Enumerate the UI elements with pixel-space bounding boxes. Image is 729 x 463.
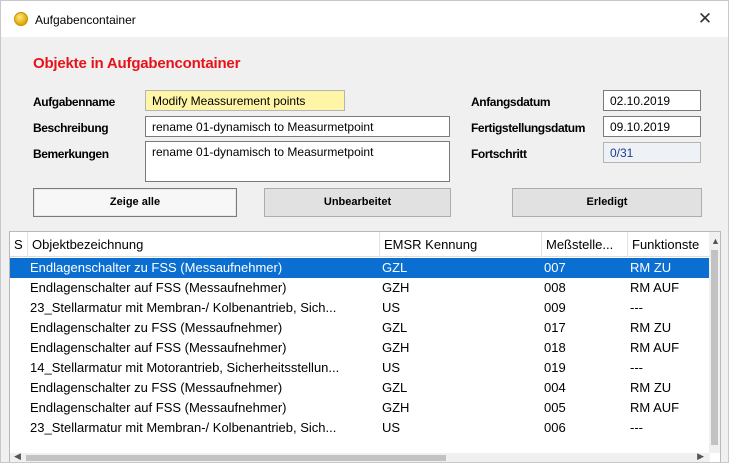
table-cell: RM ZU bbox=[630, 320, 672, 335]
column-header-s[interactable]: S bbox=[10, 232, 28, 257]
column-header-objektbezeichnung[interactable]: Objektbezeichnung bbox=[28, 232, 380, 257]
unbearbeitet-button[interactable]: Unbearbeitet bbox=[264, 188, 451, 217]
title-bar: Aufgabencontainer ✕ bbox=[1, 1, 728, 37]
table-cell bbox=[10, 358, 28, 378]
table-cell: US bbox=[382, 420, 401, 435]
fortschritt-field: 0/31 bbox=[603, 142, 701, 163]
table-cell: --- bbox=[630, 420, 643, 435]
vertical-scrollbar[interactable]: ▲ bbox=[709, 232, 720, 453]
table-row[interactable]: Endlagenschalter zu FSS (Messaufnehmer) G… bbox=[10, 318, 710, 338]
table-cell: --- bbox=[630, 300, 643, 315]
table-cell: 008 bbox=[544, 280, 566, 295]
scroll-right-icon[interactable]: ▶ bbox=[697, 451, 704, 462]
bemerkungen-field[interactable]: rename 01-dynamisch to Measurmetpoint bbox=[145, 141, 450, 182]
objects-table: S Objektbezeichnung EMSR Kennung Meßstel… bbox=[9, 231, 721, 462]
section-title: Objekte in Aufgabencontainer bbox=[33, 55, 241, 72]
table-cell: 23_Stellarmatur mit Membran-/ Kolbenantr… bbox=[30, 300, 337, 315]
anfangsdatum-label: Anfangsdatum bbox=[471, 95, 551, 109]
table-row[interactable]: Endlagenschalter auf FSS (Messaufnehmer)… bbox=[10, 278, 710, 298]
app-coin-icon bbox=[14, 12, 28, 26]
horizontal-scroll-thumb[interactable] bbox=[26, 455, 446, 461]
table-cell: Endlagenschalter auf FSS (Messaufnehmer) bbox=[30, 280, 287, 295]
aufgabenname-field[interactable]: Modify Meassurement points bbox=[145, 90, 345, 111]
table-cell bbox=[10, 378, 28, 398]
table-cell: 007 bbox=[544, 260, 566, 275]
table-header: S Objektbezeichnung EMSR Kennung Meßstel… bbox=[10, 232, 710, 257]
table-cell: RM ZU bbox=[630, 380, 672, 395]
close-button[interactable]: ✕ bbox=[692, 7, 718, 31]
table-cell: 005 bbox=[544, 400, 566, 415]
table-cell: 23_Stellarmatur mit Membran-/ Kolbenantr… bbox=[30, 420, 337, 435]
table-cell: US bbox=[382, 360, 401, 375]
bemerkungen-label: Bemerkungen bbox=[33, 147, 109, 161]
table-cell: Endlagenschalter zu FSS (Messaufnehmer) bbox=[30, 260, 283, 275]
table-cell: RM AUF bbox=[630, 400, 680, 415]
column-header-funktionstext[interactable]: Funktionste bbox=[628, 232, 710, 257]
scroll-up-icon[interactable]: ▲ bbox=[711, 236, 720, 246]
aufgabencontainer-window: Aufgabencontainer ✕ Objekte in Aufgabenc… bbox=[0, 0, 729, 463]
table-cell bbox=[10, 398, 28, 418]
anfangsdatum-field[interactable]: 02.10.2019 bbox=[603, 90, 701, 111]
table-cell: --- bbox=[630, 360, 643, 375]
table-cell: GZL bbox=[382, 260, 408, 275]
table-cell: Endlagenschalter auf FSS (Messaufnehmer) bbox=[30, 400, 287, 415]
table-cell: 018 bbox=[544, 340, 566, 355]
table-cell bbox=[10, 278, 28, 298]
table-cell: GZH bbox=[382, 280, 410, 295]
table-cell: 009 bbox=[544, 300, 566, 315]
beschreibung-label: Beschreibung bbox=[33, 121, 109, 135]
table-cell: GZH bbox=[382, 340, 410, 355]
table-cell: US bbox=[382, 300, 401, 315]
window-title: Aufgabencontainer bbox=[35, 13, 136, 27]
table-row[interactable]: 23_Stellarmatur mit Membran-/ Kolbenantr… bbox=[10, 418, 710, 438]
fertigstellungsdatum-label: Fertigstellungsdatum bbox=[471, 121, 586, 135]
table-cell: GZL bbox=[382, 380, 408, 395]
table-cell: 017 bbox=[544, 320, 566, 335]
column-header-emsr-kennung[interactable]: EMSR Kennung bbox=[380, 232, 542, 257]
table-row[interactable]: Endlagenschalter zu FSS (Messaufnehmer) G… bbox=[10, 258, 710, 278]
table-cell: Endlagenschalter auf FSS (Messaufnehmer) bbox=[30, 340, 287, 355]
table-row[interactable]: 14_Stellarmatur mit Motorantrieb, Sicher… bbox=[10, 358, 710, 378]
vertical-scroll-thumb[interactable] bbox=[711, 250, 718, 445]
table-cell: RM AUF bbox=[630, 280, 680, 295]
table-cell: RM AUF bbox=[630, 340, 680, 355]
table-cell: RM ZU bbox=[630, 260, 672, 275]
fertigstellungsdatum-field[interactable]: 09.10.2019 bbox=[603, 116, 701, 137]
scroll-left-icon[interactable]: ◀ bbox=[14, 451, 21, 462]
table-cell: 004 bbox=[544, 380, 566, 395]
table-cell: Endlagenschalter zu FSS (Messaufnehmer) bbox=[30, 380, 283, 395]
table-cell bbox=[10, 338, 28, 358]
zeige-alle-button[interactable]: Zeige alle bbox=[33, 188, 237, 217]
fortschritt-label: Fortschritt bbox=[471, 147, 527, 161]
table-cell: 019 bbox=[544, 360, 566, 375]
table-cell: Endlagenschalter zu FSS (Messaufnehmer) bbox=[30, 320, 283, 335]
aufgabenname-label: Aufgabenname bbox=[33, 95, 115, 109]
table-row[interactable]: 23_Stellarmatur mit Membran-/ Kolbenantr… bbox=[10, 298, 710, 318]
table-cell bbox=[10, 418, 28, 438]
table-cell: 006 bbox=[544, 420, 566, 435]
table-row[interactable]: Endlagenschalter zu FSS (Messaufnehmer) G… bbox=[10, 378, 710, 398]
table-cell bbox=[10, 298, 28, 318]
erledigt-button[interactable]: Erledigt bbox=[512, 188, 702, 217]
table-row[interactable]: Endlagenschalter auf FSS (Messaufnehmer)… bbox=[10, 338, 710, 358]
table-row[interactable]: Endlagenschalter auf FSS (Messaufnehmer)… bbox=[10, 398, 710, 418]
table-cell: 14_Stellarmatur mit Motorantrieb, Sicher… bbox=[30, 360, 340, 375]
beschreibung-field[interactable]: rename 01-dynamisch to Measurmetpoint bbox=[145, 116, 450, 137]
table-cell: GZH bbox=[382, 400, 410, 415]
horizontal-scrollbar[interactable]: ◀ ▶ bbox=[10, 451, 710, 462]
column-header-messstelle[interactable]: Meßstelle... bbox=[542, 232, 628, 257]
table-cell bbox=[10, 318, 28, 338]
table-cell bbox=[10, 258, 28, 278]
table-cell: GZL bbox=[382, 320, 408, 335]
